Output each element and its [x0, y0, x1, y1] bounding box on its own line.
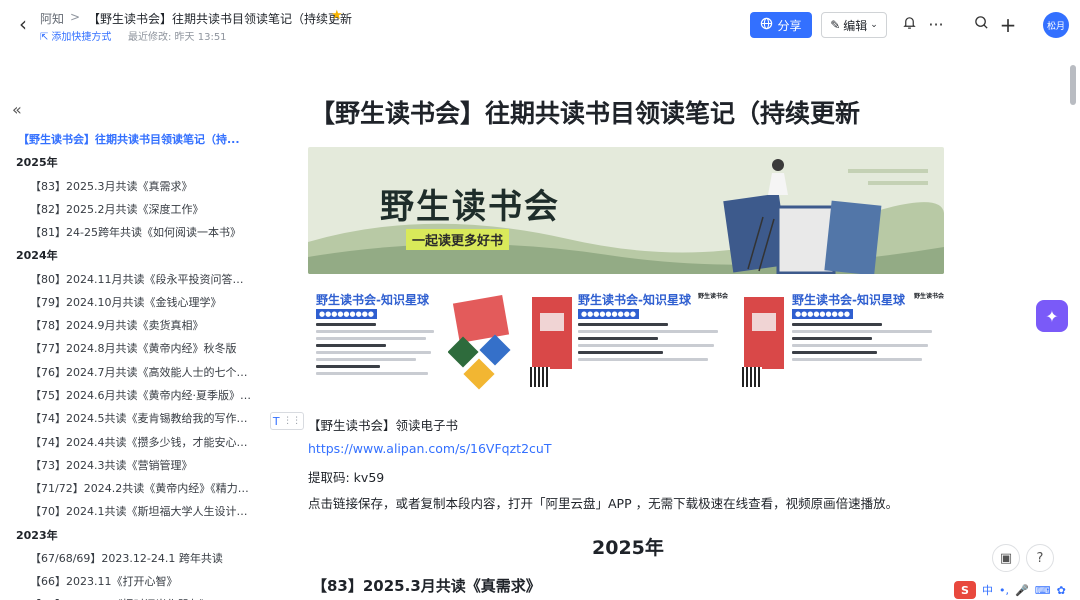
- help-icon[interactable]: ?: [1026, 544, 1054, 572]
- add-shortcut-link[interactable]: ⇱ 添加快捷方式: [40, 28, 111, 43]
- ai-assistant-icon[interactable]: ✦: [1036, 300, 1068, 332]
- text-type-icon: T: [272, 414, 280, 428]
- last-modified: 最近修改: 昨天 13:51: [128, 32, 227, 43]
- shortcut-icon: ⇱: [40, 32, 49, 43]
- toc-year-heading[interactable]: 2025年: [16, 154, 58, 170]
- book-cover-illustration: [532, 297, 572, 369]
- punctuation-icon[interactable]: •,: [999, 584, 1009, 597]
- breadcrumb-root[interactable]: 阿知: [40, 10, 64, 27]
- toc-item[interactable]: 【82】2025.2月共读《深度工作》: [30, 201, 252, 217]
- pencil-icon: ✎: [830, 18, 841, 32]
- toc-item[interactable]: 【80】2024.11月共读《段永平投资问答录（...: [30, 271, 252, 287]
- promo-card-text: [578, 323, 718, 365]
- ime-toolbar: S 中 •, 🎤 ⌨ ✿: [954, 580, 1066, 600]
- toc-item[interactable]: 【67/68/69】2023.12-24.1 跨年共读: [30, 550, 252, 566]
- promo-card-tag: ●●●●●●●●●: [578, 309, 639, 319]
- globe-icon: [760, 17, 773, 33]
- add-shortcut-label: 添加快捷方式: [51, 32, 112, 43]
- toc-item[interactable]: 【70】2024.1共读《斯坦福大学人生设计课》: [30, 503, 252, 519]
- toc-item[interactable]: 【78】2024.9月共读《卖货真相》: [30, 317, 252, 333]
- page-view-icon[interactable]: ▣: [992, 544, 1020, 572]
- promo-card-title: 野生读书会-知识星球: [792, 293, 905, 307]
- sogou-ime-icon[interactable]: S: [954, 581, 976, 599]
- top-bar: ‹ 阿知 > 【野生读书会】往期共读书目领读笔记（持续更新 ★ ⇱ 添加快捷方式 …: [0, 0, 1080, 50]
- toc-item[interactable]: 【65】2023.10《把时间当作朋友》: [30, 596, 252, 600]
- heading-book-83: 【83】2025.3月共读《真需求》: [312, 577, 541, 595]
- drag-handle-icon: ⋮⋮: [283, 416, 302, 426]
- heading-year-2025: 2025年: [592, 537, 664, 559]
- toc-item[interactable]: 【75】2024.6月共读《黄帝内经·夏季版》《...: [30, 387, 252, 403]
- share-label: 分享: [777, 18, 802, 33]
- back-arrow-icon[interactable]: ‹: [12, 10, 34, 38]
- breadcrumb-separator: >: [70, 10, 81, 24]
- promo-card-text: [316, 323, 436, 379]
- promo-card-tag: ●●●●●●●●●: [316, 309, 377, 319]
- toc-item[interactable]: 【76】2024.7月共读《高效能人士的七个习惯》: [30, 364, 252, 380]
- microphone-icon[interactable]: 🎤: [1015, 584, 1029, 597]
- collapse-sidebar-icon[interactable]: «: [12, 100, 22, 119]
- promo-card-2: 野生读书会-知识星球 野生读书会 ●●●●●●●●●: [520, 287, 732, 395]
- toc-item[interactable]: 【73】2024.3共读《营销管理》: [30, 457, 252, 473]
- banner-title: 野生读书会: [380, 187, 560, 227]
- promo-card-logo: 野生读书会: [913, 293, 944, 300]
- extract-code: 提取码: kv59: [308, 470, 385, 485]
- promo-card-logo: 野生读书会: [697, 293, 728, 300]
- ime-mode-label[interactable]: 中: [982, 582, 993, 598]
- toc-sidebar: « 【野生读书会】往期共读书目领读笔记（持... 2025年【83】2025.3月…: [0, 50, 270, 600]
- banner-slogan: 一起读更多好书: [406, 229, 510, 250]
- skin-icon[interactable]: ✿: [1057, 584, 1066, 597]
- block-handle[interactable]: T ⋮⋮: [270, 412, 304, 430]
- chevron-down-icon: ⌄: [870, 20, 878, 30]
- more-icon[interactable]: ···: [925, 13, 947, 37]
- toc-item[interactable]: 【71/72】2024.2共读《黄帝内经》《精力管...: [30, 480, 252, 496]
- save-instruction: 点击链接保存，或者复制本段内容，打开「阿里云盘」APP ，无需下载极速在线查看，…: [308, 496, 899, 511]
- book-stack-illustration: [448, 294, 511, 390]
- book-cover-illustration: [744, 297, 784, 369]
- promo-card-title: 野生读书会-知识星球: [316, 293, 429, 307]
- banner-image: 野生读书会 一起读更多好书: [308, 147, 944, 274]
- qr-code: [742, 367, 762, 387]
- document-body: 【野生读书会】往期共读书目领读笔记（持续更新 野生读书会 一起读更多好书 野生读…: [270, 50, 1070, 600]
- edit-button[interactable]: ✎ 编辑 ⌄: [821, 12, 887, 38]
- toc-item[interactable]: 【79】2024.10月共读《金钱心理学》: [30, 294, 252, 310]
- promo-card-title: 野生读书会-知识星球: [578, 293, 691, 307]
- edit-label: 编辑: [843, 18, 868, 33]
- toc-year-heading[interactable]: 2023年: [16, 527, 58, 543]
- share-button[interactable]: 分享: [750, 12, 812, 38]
- ebook-label: 【野生读书会】领读电子书: [308, 418, 459, 433]
- bell-icon[interactable]: [898, 13, 920, 37]
- breadcrumb-doc-title[interactable]: 【野生读书会】往期共读书目领读笔记（持续更新: [88, 10, 352, 27]
- promo-card-3: 野生读书会-知识星球 野生读书会 ●●●●●●●●●: [736, 287, 948, 395]
- toc-item[interactable]: 【74】2024.5共读《麦肯锡教给我的写作武器...: [30, 410, 252, 426]
- toc-item[interactable]: 【83】2025.3月共读《真需求》: [30, 178, 252, 194]
- star-icon[interactable]: ★: [331, 8, 343, 23]
- scrollbar-thumb[interactable]: [1070, 65, 1076, 105]
- avatar[interactable]: 松月: [1043, 12, 1069, 38]
- toc-item[interactable]: 【74】2024.4共读《攒多少钱，才能安心养老》: [30, 434, 252, 450]
- promo-card-tag: ●●●●●●●●●: [792, 309, 853, 319]
- plus-icon[interactable]: +: [997, 13, 1019, 37]
- qr-code: [530, 367, 550, 387]
- toc-item[interactable]: 【77】2024.8月共读《黄帝内经》秋冬版: [30, 340, 252, 356]
- toc-item-current[interactable]: 【野生读书会】往期共读书目领读笔记（持...: [18, 131, 256, 147]
- search-icon[interactable]: [970, 13, 992, 37]
- toc-item[interactable]: 【66】2023.11《打开心智》: [30, 573, 252, 589]
- ebook-link[interactable]: https://www.alipan.com/s/16VFqzt2cuT: [308, 441, 551, 456]
- keyboard-icon[interactable]: ⌨: [1035, 584, 1051, 597]
- promo-card-1: 野生读书会-知识星球 ●●●●●●●●●: [308, 287, 520, 395]
- document-title: 【野生读书会】往期共读书目领读笔记（持续更新: [310, 99, 861, 128]
- promo-card-text: [792, 323, 932, 365]
- toc-item[interactable]: 【81】24-25跨年共读《如何阅读一本书》: [30, 224, 252, 240]
- toc-year-heading[interactable]: 2024年: [16, 247, 58, 263]
